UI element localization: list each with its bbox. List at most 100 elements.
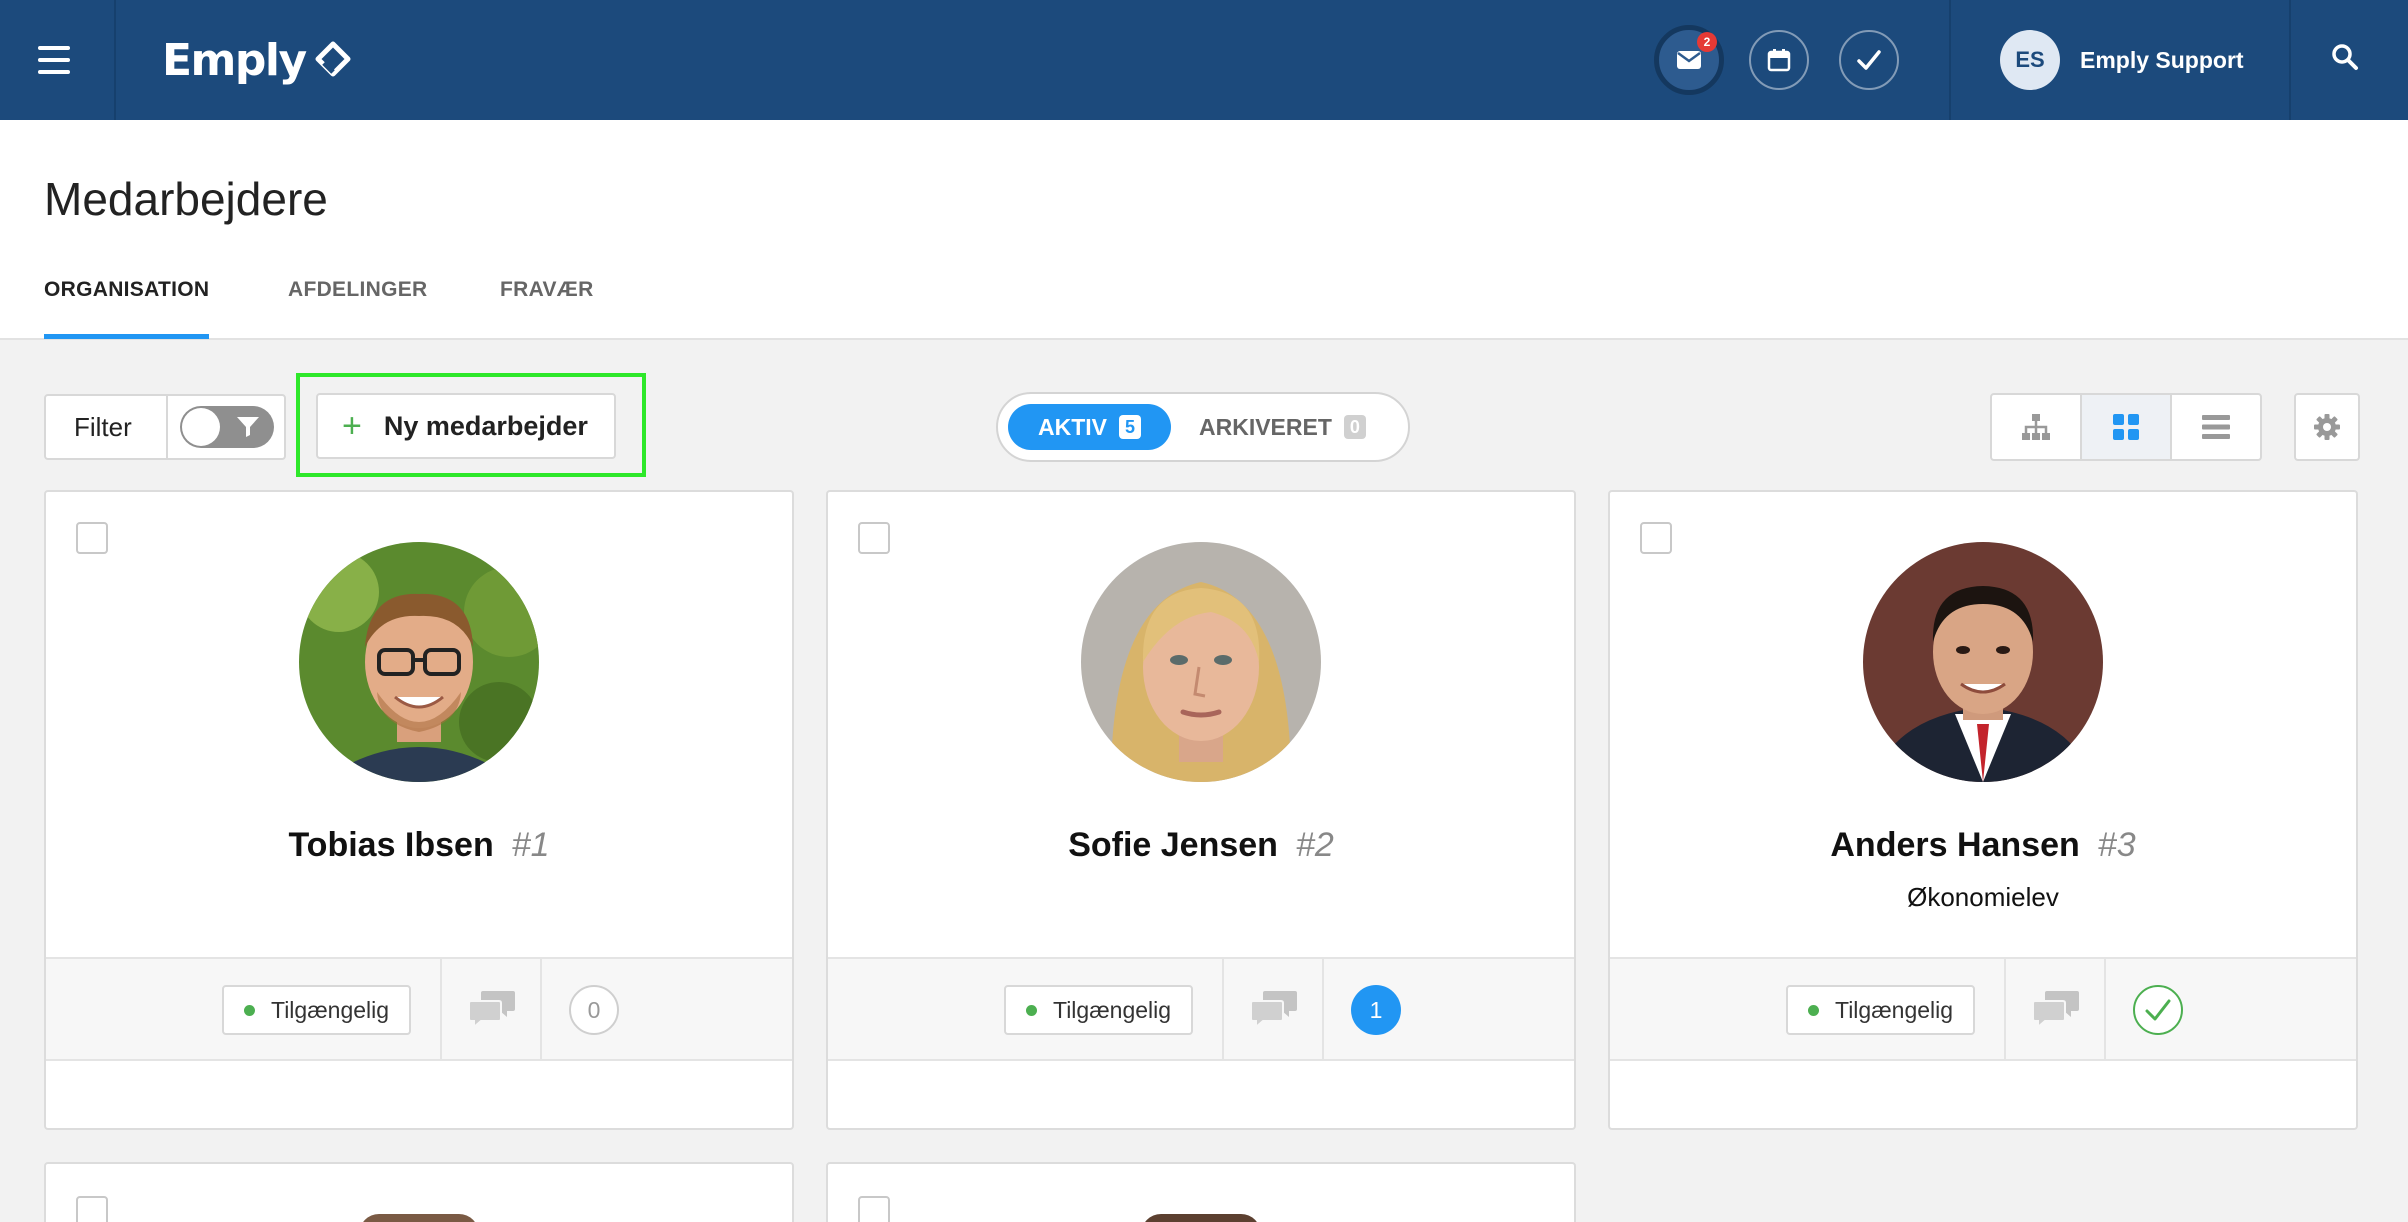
employee-name[interactable]: Tobias Ibsen [288, 826, 493, 864]
settings-button[interactable] [2294, 393, 2360, 461]
status-dot [244, 1004, 255, 1016]
employee-name[interactable]: Anders Hansen [1830, 826, 2079, 864]
tab-afdelinger[interactable]: AFDELINGER [288, 278, 428, 338]
status-label: Tilgængelig [1835, 996, 1954, 1023]
funnel-icon [237, 417, 259, 437]
status-badge[interactable]: Tilgængelig [1004, 985, 1194, 1035]
employee-card[interactable] [44, 1162, 794, 1222]
mail-icon [1677, 51, 1701, 69]
task-complete[interactable] [2133, 985, 2183, 1035]
employee-card[interactable]: Tobias Ibsen #1 Tilgængelig 0 [44, 490, 794, 1130]
avatar[interactable] [299, 542, 539, 782]
segment-label: AKTIV [1038, 413, 1107, 440]
card-footer: Tilgængelig 1 [828, 957, 1574, 1061]
select-checkbox[interactable] [76, 522, 108, 554]
footer-divider [540, 959, 542, 1059]
status-dot [1026, 1004, 1037, 1016]
search-icon [2332, 44, 2358, 70]
select-checkbox[interactable] [76, 1196, 108, 1222]
header-divider [2289, 0, 2291, 120]
employee-number: #1 [511, 826, 550, 864]
filter-button[interactable]: Filter [46, 396, 168, 458]
filter-toggle[interactable] [180, 406, 274, 448]
profile-photo [299, 542, 539, 782]
filter-control: Filter [44, 394, 286, 460]
status-dot [1808, 1004, 1819, 1016]
list-view-button[interactable] [2172, 395, 2260, 459]
avatar [359, 1214, 479, 1222]
footer-divider [1222, 959, 1224, 1059]
status-label: Tilgængelig [1053, 996, 1172, 1023]
menu-icon[interactable] [38, 46, 70, 74]
footer-divider [1322, 959, 1324, 1059]
org-chart-view-button[interactable] [1992, 395, 2082, 459]
org-chart-icon [2022, 414, 2050, 440]
avatar [1141, 1214, 1261, 1222]
employee-name[interactable]: Sofie Jensen [1068, 826, 1278, 864]
avatar[interactable] [1081, 542, 1321, 782]
profile-photo [1081, 542, 1321, 782]
chat-icon[interactable] [2031, 989, 2081, 1029]
employee-name-line: Tobias Ibsen #1 [46, 826, 792, 865]
footer-divider [2004, 959, 2006, 1059]
new-employee-label: Ny medarbejder [383, 410, 588, 441]
toggle-knob [182, 408, 220, 446]
calendar-button[interactable] [1749, 30, 1809, 90]
footer-divider [440, 959, 442, 1059]
select-checkbox[interactable] [1640, 522, 1672, 554]
task-count[interactable]: 1 [1351, 985, 1401, 1035]
segment-aktiv[interactable]: AKTIV 5 [1008, 404, 1171, 450]
header-divider [1949, 0, 1951, 120]
grid-view-button[interactable] [2082, 395, 2172, 459]
status-badge[interactable]: Tilgængelig [1786, 985, 1976, 1035]
select-checkbox[interactable] [858, 522, 890, 554]
user-menu[interactable]: ES Emply Support [2000, 30, 2244, 90]
top-navigation-bar: Emply 2 ES Emply Support [0, 0, 2408, 120]
profile-photo [1863, 542, 2103, 782]
new-employee-button[interactable]: + Ny medarbejder [316, 393, 616, 459]
logo-mark-icon [315, 41, 351, 77]
tab-fravaer[interactable]: FRAVÆR [500, 278, 594, 338]
page-title: Medarbejdere [44, 173, 328, 225]
search-button[interactable] [2330, 42, 2370, 82]
employee-card[interactable]: Anders Hansen #3 Økonomielev Tilgængelig [1608, 490, 2358, 1130]
employee-number: #2 [1295, 826, 1334, 864]
card-footer: Tilgængelig [1610, 957, 2356, 1061]
status-badge[interactable]: Tilgængelig [222, 985, 412, 1035]
tab-organisation[interactable]: ORGANISATION [44, 278, 210, 339]
segment-count: 5 [1119, 415, 1141, 439]
checkmark-icon [2145, 999, 2171, 1021]
user-name: Emply Support [2080, 46, 2244, 73]
segment-arkiveret[interactable]: ARKIVERET 0 [1171, 404, 1366, 450]
employee-card[interactable]: Sofie Jensen #2 Tilgængelig 1 [826, 490, 1576, 1130]
view-switcher [1990, 393, 2262, 461]
list-icon [2202, 415, 2230, 439]
tasks-button[interactable] [1839, 30, 1899, 90]
mail-button[interactable]: 2 [1654, 25, 1724, 95]
chat-icon[interactable] [467, 989, 517, 1029]
segment-label: ARKIVERET [1199, 413, 1332, 440]
page-header: Medarbejdere ORGANISATION AFDELINGER FRA… [0, 120, 2408, 340]
select-checkbox[interactable] [858, 1196, 890, 1222]
footer-divider [2104, 959, 2106, 1059]
task-count[interactable]: 0 [569, 985, 619, 1035]
employee-role: Økonomielev [1907, 882, 2059, 912]
employee-name-line: Anders Hansen #3 [1610, 826, 2356, 865]
brand-name: Emply [162, 34, 307, 86]
chat-icon[interactable] [1249, 989, 1299, 1029]
status-label: Tilgængelig [271, 996, 390, 1023]
mail-badge: 2 [1697, 32, 1717, 52]
checkmark-icon [1857, 50, 1881, 70]
header-divider [114, 0, 116, 120]
segment-count: 0 [1343, 415, 1366, 439]
avatar[interactable] [1863, 542, 2103, 782]
employee-number: #3 [2097, 826, 2136, 864]
gear-icon [2314, 414, 2340, 440]
status-segment-control: AKTIV 5 ARKIVERET 0 [996, 392, 1410, 462]
employee-card[interactable] [826, 1162, 1576, 1222]
avatar: ES [2000, 30, 2060, 90]
grid-icon [2113, 414, 2139, 440]
calendar-icon [1767, 49, 1791, 72]
brand-logo[interactable]: Emply [162, 30, 352, 90]
employee-name-line: Sofie Jensen #2 [828, 826, 1574, 865]
